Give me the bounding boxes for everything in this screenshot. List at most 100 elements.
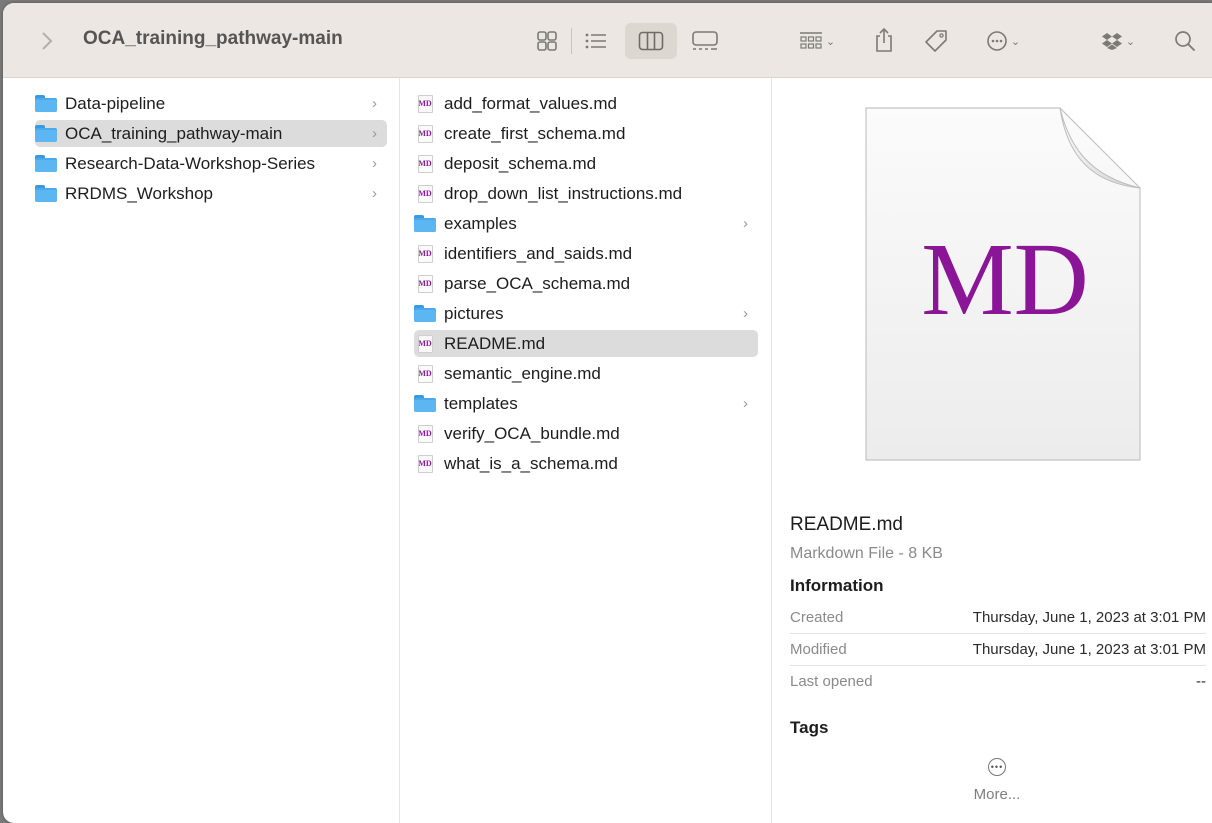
icon-view-icon xyxy=(537,31,557,51)
preview-pane: MD README.md Markdown File - 8 KB Inform… xyxy=(772,78,1212,823)
share-button[interactable] xyxy=(869,23,899,57)
folder-icon xyxy=(414,393,436,415)
file-label: verify_OCA_bundle.md xyxy=(444,423,620,443)
window-title: OCA_training_pathway-main xyxy=(83,28,343,49)
markdown-file-icon: MD xyxy=(414,273,436,295)
file-item[interactable]: MD what_is_a_schema.md xyxy=(414,450,758,477)
list-view-icon xyxy=(585,33,606,49)
chevron-right-icon: › xyxy=(372,185,377,202)
markdown-file-icon: MD xyxy=(414,333,436,355)
markdown-file-icon: MD xyxy=(414,183,436,205)
last-opened-row: Last opened -- xyxy=(790,666,1206,697)
folder-item[interactable]: templates › xyxy=(414,390,758,417)
chevron-right-icon: › xyxy=(743,305,748,322)
folder-icon xyxy=(35,123,57,145)
file-label: semantic_engine.md xyxy=(444,363,601,383)
markdown-badge: MD xyxy=(921,222,1089,337)
chevron-right-icon: › xyxy=(743,395,748,412)
gallery-view-button[interactable] xyxy=(685,25,725,57)
parent-folder-column: Data-pipeline › OCA_training_pathway-mai… xyxy=(3,78,400,823)
folder-item[interactable]: RRDMS_Workshop › xyxy=(35,180,387,207)
file-label: identifiers_and_saids.md xyxy=(444,243,633,263)
folder-label: Data-pipeline xyxy=(65,93,166,113)
folder-label: pictures xyxy=(444,303,504,323)
file-item[interactable]: MD deposit_schema.md xyxy=(414,150,758,177)
file-label: drop_down_list_instructions.md xyxy=(444,183,683,203)
file-label: parse_OCA_schema.md xyxy=(444,273,631,293)
last-opened-label: Last opened xyxy=(790,673,873,690)
folder-icon xyxy=(35,93,57,115)
tags-button[interactable] xyxy=(919,25,953,57)
share-icon xyxy=(876,27,892,52)
chevron-right-icon: › xyxy=(372,125,377,142)
folder-icon xyxy=(414,213,436,235)
folder-contents-column: MD add_format_values.md MD create_first_… xyxy=(400,78,772,823)
chevron-right-icon xyxy=(42,32,53,50)
information-heading: Information xyxy=(790,576,884,595)
modified-value: Thursday, June 1, 2023 at 3:01 PM xyxy=(972,641,1206,658)
markdown-file-icon: MD xyxy=(414,93,436,115)
group-by-button[interactable]: ⌄ xyxy=(789,25,845,57)
chevron-right-icon: › xyxy=(372,155,377,172)
folder-label: RRDMS_Workshop xyxy=(65,183,214,203)
last-opened-value: -- xyxy=(1196,673,1206,690)
ellipsis-circle-icon: ••• xyxy=(988,758,1006,776)
file-item[interactable]: MD parse_OCA_schema.md xyxy=(414,270,758,297)
dropbox-button[interactable]: ⌄ xyxy=(1093,25,1143,57)
group-grid-icon xyxy=(799,32,822,49)
column-view-button[interactable] xyxy=(625,23,677,59)
folder-item-selected[interactable]: OCA_training_pathway-main › xyxy=(35,120,387,147)
file-kind: Markdown File - 8 KB xyxy=(790,545,943,562)
action-menu-button[interactable]: ⌄ xyxy=(975,25,1031,57)
more-label: More... xyxy=(973,786,1021,803)
file-label: README.md xyxy=(444,333,546,353)
chevron-right-icon: › xyxy=(743,215,748,232)
folder-icon xyxy=(35,153,57,175)
markdown-file-icon: MD xyxy=(414,423,436,445)
chevron-down-icon: ⌄ xyxy=(1010,35,1021,48)
folder-item[interactable]: pictures › xyxy=(414,300,758,327)
file-label: create_first_schema.md xyxy=(444,123,626,143)
file-item[interactable]: MD semantic_engine.md xyxy=(414,360,758,387)
folder-item[interactable]: examples › xyxy=(414,210,758,237)
view-separator xyxy=(571,28,572,54)
folder-icon xyxy=(35,183,57,205)
toolbar: OCA_training_pathway-main ⌄ ⌄ ⌄ xyxy=(3,3,1212,78)
markdown-file-icon: MD xyxy=(414,453,436,475)
folder-item[interactable]: Research-Data-Workshop-Series › xyxy=(35,150,387,177)
file-item[interactable]: MD drop_down_list_instructions.md xyxy=(414,180,758,207)
finder-window: OCA_training_pathway-main ⌄ ⌄ ⌄ Data-pip… xyxy=(3,3,1212,823)
file-label: add_format_values.md xyxy=(444,93,617,113)
chevron-right-icon: › xyxy=(372,95,377,112)
file-label: deposit_schema.md xyxy=(444,153,597,173)
folder-label: OCA_training_pathway-main xyxy=(65,123,283,143)
folder-icon xyxy=(414,303,436,325)
tag-icon xyxy=(925,30,947,52)
back-button[interactable] xyxy=(37,29,57,53)
dropbox-icon xyxy=(1101,33,1122,50)
file-item-selected[interactable]: MD README.md xyxy=(414,330,758,357)
folder-label: Research-Data-Workshop-Series xyxy=(65,153,316,173)
chevron-down-icon: ⌄ xyxy=(825,35,836,48)
search-icon xyxy=(1175,31,1195,51)
markdown-file-icon: MD xyxy=(414,243,436,265)
search-button[interactable] xyxy=(1169,25,1201,57)
icon-view-button[interactable] xyxy=(528,25,566,57)
file-item[interactable]: MD add_format_values.md xyxy=(414,90,758,117)
markdown-file-icon: MD xyxy=(414,363,436,385)
gallery-view-icon xyxy=(692,31,718,50)
tags-heading: Tags xyxy=(790,718,829,737)
markdown-file-icon: MD xyxy=(414,153,436,175)
column-view-icon xyxy=(638,31,664,51)
created-value: Thursday, June 1, 2023 at 3:01 PM xyxy=(972,609,1206,626)
file-item[interactable]: MD create_first_schema.md xyxy=(414,120,758,147)
chevron-down-icon: ⌄ xyxy=(1125,35,1136,48)
file-item[interactable]: MD identifiers_and_saids.md xyxy=(414,240,758,267)
file-name: README.md xyxy=(790,514,903,535)
file-item[interactable]: MD verify_OCA_bundle.md xyxy=(414,420,758,447)
more-button[interactable]: ••• More... xyxy=(952,758,1042,814)
ellipsis-circle-icon xyxy=(987,31,1007,51)
created-label: Created xyxy=(790,609,844,626)
folder-item[interactable]: Data-pipeline › xyxy=(35,90,387,117)
list-view-button[interactable] xyxy=(577,25,615,57)
